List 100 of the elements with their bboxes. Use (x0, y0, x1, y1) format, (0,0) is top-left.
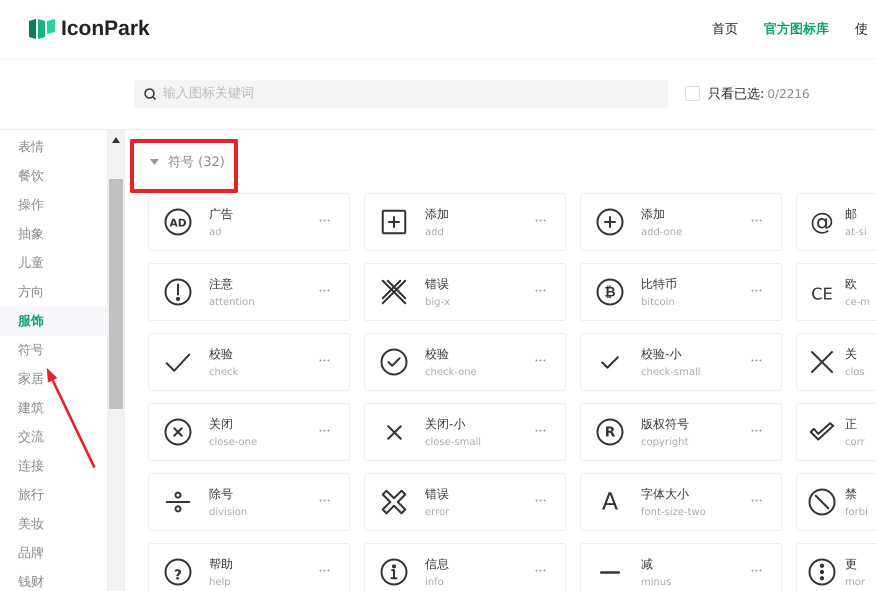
more-icon[interactable] (319, 428, 330, 432)
more-icon[interactable] (319, 288, 330, 292)
icon-card[interactable]: 注意 attention (148, 263, 350, 321)
icon-title: 字体大小 (641, 486, 690, 503)
icon-title: 帮助 (209, 556, 234, 573)
category-item[interactable]: 表情 (0, 133, 108, 162)
icon-name: close-small (425, 437, 482, 448)
icon-title: 除号 (209, 486, 234, 503)
icon-name: at-si (845, 227, 868, 238)
icon-card[interactable]: 更 mor (796, 543, 876, 591)
ce-icon: CE (807, 277, 837, 307)
icon-card[interactable]: 校验 check (148, 333, 350, 391)
icon-title: 禁 (845, 486, 858, 503)
scroll-up-icon[interactable] (112, 137, 120, 143)
icon-card[interactable]: 添加 add-one (580, 193, 782, 251)
category-item[interactable]: 连接 (0, 452, 108, 481)
icon-title: 注意 (209, 276, 234, 293)
more-icon[interactable] (535, 568, 546, 572)
more-icon[interactable] (751, 288, 762, 292)
icon-title: 减 (641, 556, 654, 573)
category-item[interactable]: 餐饮 (0, 162, 108, 191)
more-icon[interactable] (535, 218, 546, 222)
category-item[interactable]: 抽象 (0, 220, 108, 249)
check-small-icon (601, 356, 619, 368)
icon-name: add (425, 227, 445, 238)
icon-card[interactable]: ? 帮助 help (148, 543, 350, 591)
icon-card[interactable]: 错误 big-x (364, 263, 566, 321)
scrollbar-thumb[interactable] (109, 179, 124, 409)
error-icon (379, 487, 409, 517)
icon-title: 错误 (425, 486, 450, 503)
more-icon[interactable] (751, 428, 762, 432)
more-icon[interactable] (751, 568, 762, 572)
icon-title: 邮 (845, 206, 858, 223)
icon-card[interactable]: CE 欧 ce-m (796, 263, 876, 321)
icon-card[interactable]: 正 corr (796, 403, 876, 461)
icon-card[interactable]: 添加 add (364, 193, 566, 251)
icon-card[interactable]: ₿ 比特币 bitcoin (580, 263, 782, 321)
nav-link[interactable]: 首页 (712, 20, 738, 38)
icon-card[interactable]: 关 clos (796, 333, 876, 391)
icon-card[interactable]: AD 广告 ad (148, 193, 350, 251)
icon-card[interactable]: R 版权符号 copyright (580, 403, 782, 461)
icon-card[interactable]: 除号 division (148, 473, 350, 531)
category-item[interactable]: 方向 (0, 278, 108, 307)
category-item[interactable]: 符号 (0, 336, 108, 365)
section-title[interactable]: 符号 (32) (168, 152, 225, 170)
icon-card[interactable]: 信息 info (364, 543, 566, 591)
category-item[interactable]: 品牌 (0, 539, 108, 568)
category-item[interactable]: 儿童 (0, 249, 108, 278)
icon-name: check-one (425, 367, 478, 378)
icon-card[interactable]: 关闭 close-one (148, 403, 350, 461)
more-icon[interactable] (535, 358, 546, 362)
more-icon[interactable] (535, 428, 546, 432)
more-icon[interactable] (751, 498, 762, 502)
more-icon[interactable] (319, 218, 330, 222)
icon-title: 校验 (209, 346, 234, 363)
category-item[interactable]: 操作 (0, 191, 108, 220)
category-item[interactable]: 家居 (0, 365, 108, 394)
icon-title: 欧 (845, 276, 858, 293)
icon-name: ad (209, 227, 222, 238)
check-one-icon (379, 347, 409, 377)
category-item[interactable]: 钱财 (0, 568, 108, 591)
attention-icon (163, 277, 193, 307)
icon-title: 比特币 (641, 276, 678, 293)
add-one-icon (595, 207, 625, 237)
icon-card[interactable]: 校验 check-one (364, 333, 566, 391)
category-item[interactable]: 旅行 (0, 481, 108, 510)
icon-name: minus (641, 577, 672, 588)
category-item[interactable]: 交流 (0, 423, 108, 452)
caret-icon[interactable] (150, 158, 159, 164)
checkbox[interactable] (685, 86, 700, 101)
icon-name: clos (845, 367, 866, 378)
help-icon: ? (163, 557, 193, 587)
icon-title: 添加 (641, 206, 666, 223)
selected-count: 0/2216 (767, 86, 810, 100)
icon-title: 关闭 (209, 416, 234, 433)
more-icon[interactable] (319, 358, 330, 362)
more-icon[interactable] (535, 288, 546, 292)
logo-text: IconPark (61, 17, 150, 41)
category-item[interactable]: 建筑 (0, 394, 108, 423)
icon-card[interactable]: 错误 error (364, 473, 566, 531)
icon-title: 关 (845, 346, 858, 363)
search-field[interactable]: 输入图标关键词 (134, 80, 668, 108)
icon-card[interactable]: 减 minus (580, 543, 782, 591)
icon-card[interactable]: A 字体大小 font-size-two (580, 473, 782, 531)
icon-card[interactable]: 关闭-小 close-small (364, 403, 566, 461)
icon-card[interactable]: 禁 forbi (796, 473, 876, 531)
icon-card[interactable]: 校验-小 check-small (580, 333, 782, 391)
icon-title: 正 (845, 416, 858, 433)
category-item[interactable]: 美妆 (0, 510, 108, 539)
scrollbar[interactable] (107, 130, 125, 591)
more-icon[interactable] (319, 568, 330, 572)
more-icon[interactable] (535, 498, 546, 502)
nav-link[interactable]: 使 (855, 20, 868, 38)
copyright-icon: R (595, 417, 625, 447)
add-icon (379, 207, 409, 237)
more-icon[interactable] (319, 498, 330, 502)
icon-name: add-one (641, 227, 684, 238)
more-icon[interactable] (751, 358, 762, 362)
more-icon[interactable] (751, 218, 762, 222)
icon-title: 广告 (209, 206, 234, 223)
